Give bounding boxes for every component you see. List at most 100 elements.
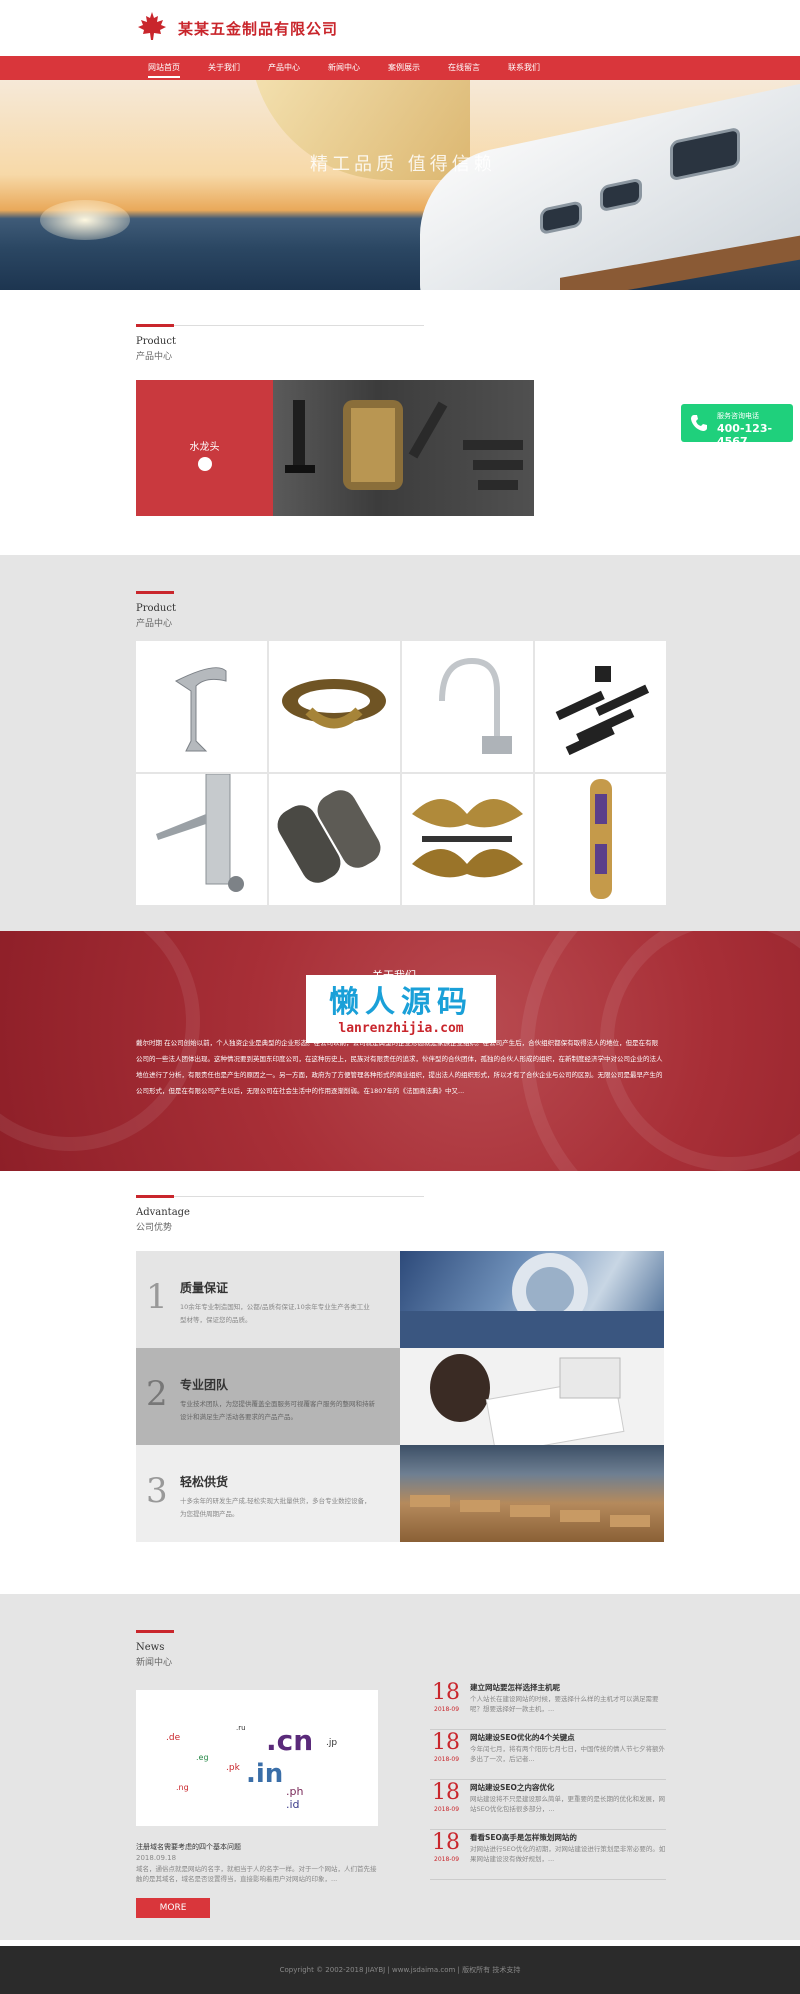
more-button[interactable]: MORE (136, 1898, 210, 1918)
svg-text:.in: .in (246, 1759, 283, 1789)
contact-float-button[interactable]: 服务咨询电话 400-123-4567 (681, 404, 793, 448)
svg-text:.ru: .ru (236, 1724, 246, 1732)
product-feature-image[interactable] (273, 380, 534, 516)
section-title-cn: 产品中心 (136, 352, 173, 362)
advantage-desc: 10余年专业制造国知，公都/品质有保证,10余年专业生产各类工业型材等，保证您的… (180, 1303, 370, 1324)
contact-phone: 400-123-4567 (717, 422, 773, 448)
domain-word-cloud: .cn .in .de .eg .ru .jp .ph .id .ng .pk (166, 1724, 337, 1811)
news-list-item[interactable]: 18 2018-09 网站建设SEO优化的4个关键点 今年闰七月，将有两个阳历七… (430, 1730, 666, 1780)
nav-item-news[interactable]: 新闻中心 (328, 56, 360, 80)
product-gooseneck-faucet-image[interactable] (402, 641, 533, 772)
news-featured-title[interactable]: 注册域名需要考虑的四个基本问题 (136, 1842, 241, 1852)
svg-text:.cn: .cn (266, 1724, 313, 1757)
main-nav: 网站首页 关于我们 产品中心 新闻中心 案例展示 在线留言 联系我们 (0, 56, 800, 80)
nav-item-contact[interactable]: 联系我们 (508, 56, 540, 80)
svg-text:.ng: .ng (176, 1783, 189, 1792)
advantage-number: 2 (146, 1374, 168, 1414)
news-featured-date: 2018.09.18 (136, 1854, 177, 1862)
banner-slogan: 精工品质 值得信赖 (310, 154, 496, 175)
product-faucet-image[interactable] (136, 641, 267, 772)
section-title-en: News (136, 1642, 165, 1653)
product-sensor-faucet-image[interactable] (136, 774, 267, 905)
news-month: 2018-09 (434, 1706, 460, 1713)
advantage-text: 3 轻松供货 十多余年的研发生产成,轻松实现大批量供货，多台专业数控设备，为您提… (136, 1445, 400, 1542)
news-featured-image[interactable]: .cn .in .de .eg .ru .jp .ph .id .ng .pk (136, 1690, 378, 1826)
section-title: News 新闻中心 (136, 1630, 666, 1668)
nav-item-home[interactable]: 网站首页 (148, 56, 180, 80)
advantage-text: 1 质量保证 10余年专业制造国知，公都/品质有保证,10余年专业生产各类工业型… (136, 1251, 400, 1348)
advantage-title: 质量保证 (180, 1281, 229, 1295)
advantage-text: 2 专业团队 专业技术团队，为您提供覆盖全面服务可视覆客户服务的整网和持新设计和… (136, 1348, 400, 1445)
news-month: 2018-09 (434, 1756, 460, 1763)
news-list-item[interactable]: 18 2018-09 网站建设SEO之内容优化 网站建设将不只是建设那么简单，更… (430, 1780, 666, 1830)
advantage-desc: 专业技术团队，为您提供覆盖全面服务可视覆客户服务的整网和持新设计和满足生产活动各… (180, 1400, 375, 1421)
indicator-dot (197, 457, 212, 471)
svg-text:.de: .de (166, 1733, 181, 1743)
header: 某某五金制品有限公司 (0, 0, 800, 56)
company-name[interactable]: 某某五金制品有限公司 (178, 18, 338, 39)
advantage-item: 3 轻松供货 十多余年的研发生产成,轻松实现大批量供货，多台专业数控设备，为您提… (136, 1445, 664, 1542)
section-title: Product 产品中心 (136, 591, 666, 629)
news-title[interactable]: 网站建设SEO优化的4个关键点 (470, 1732, 575, 1743)
contact-label: 服务咨询电话 (717, 412, 759, 420)
advantage-number: 3 (146, 1471, 168, 1511)
maple-leaf-icon[interactable] (136, 10, 168, 42)
news-day: 18 (432, 1680, 460, 1705)
feature-label-text: 水龙头 (189, 442, 220, 453)
footer: Copyright © 2002-2018 JIAYBJ | www.jsdai… (0, 1946, 800, 1994)
section-title-en: Advantage (136, 1207, 190, 1218)
porthole (540, 200, 582, 236)
advantage-number: 1 (146, 1277, 168, 1317)
advantage-item: 2 专业团队 专业技术团队，为您提供覆盖全面服务可视覆客户服务的整网和持新设计和… (136, 1348, 664, 1445)
copyright-text: Copyright © 2002-2018 JIAYBJ | www.jsdai… (279, 1966, 521, 1974)
about-section: 关于我们 戴尔时期 在公司创始以前，个人独资企业是典型的企业形态。在公司以前，公… (0, 931, 800, 1171)
svg-text:.pk: .pk (226, 1763, 241, 1773)
watermark-big: 懒人源码 (329, 985, 473, 1020)
sun-glow (40, 200, 130, 240)
product-brass-handle-image[interactable] (402, 774, 533, 905)
product-section-1: Product 产品中心 水龙头 (0, 290, 800, 555)
news-title[interactable]: 建立网站要怎样选择主机呢 (470, 1682, 560, 1693)
product-door-handle-image[interactable] (535, 774, 666, 905)
advantage-section: Advantage 公司优势 1 质量保证 10余年专业制造国知，公都/品质有保… (0, 1171, 800, 1594)
nav-item-cases[interactable]: 案例展示 (388, 56, 420, 80)
nav-item-products[interactable]: 产品中心 (268, 56, 300, 80)
porthole (600, 177, 642, 213)
section-title-en: Product (136, 336, 176, 347)
product-grid (136, 641, 666, 905)
news-section: News 新闻中心 .cn .in .de .eg .ru .jp .ph .i… (0, 1594, 800, 1940)
news-title[interactable]: 看看SEO高手是怎样策划网站的 (470, 1832, 577, 1843)
advantage-desc: 十多余年的研发生产成,轻松实现大批量供货，多台专业数控设备，为您提供周期产品。 (180, 1497, 371, 1518)
news-title[interactable]: 网站建设SEO之内容优化 (470, 1782, 554, 1793)
svg-text:.jp: .jp (326, 1738, 337, 1748)
news-month: 2018-09 (434, 1806, 460, 1813)
product-feature-label[interactable]: 水龙头 (136, 380, 273, 516)
product-fittings-image[interactable] (269, 774, 400, 905)
phone-icon (691, 415, 707, 431)
porthole (670, 126, 740, 182)
section-title-cn: 新闻中心 (136, 1658, 173, 1668)
svg-text:.id: .id (286, 1798, 300, 1811)
svg-text:.eg: .eg (196, 1753, 209, 1762)
product-bolts-image[interactable] (535, 641, 666, 772)
news-day: 18 (432, 1830, 460, 1855)
hardware-collage-image (285, 400, 523, 490)
watermark-small: lanrenzhijia.com (338, 1021, 464, 1036)
product-cabinet-handle-image[interactable] (269, 641, 400, 772)
news-desc: 对网站进行SEO优化的初期，对网站建设进行策划是非常必要的。如果网站建设没有做好… (470, 1845, 666, 1863)
news-month: 2018-09 (434, 1856, 460, 1863)
section-title-en: Product (136, 603, 176, 614)
product-feature-card[interactable]: 水龙头 (136, 380, 534, 516)
svg-text:.ph: .ph (286, 1785, 303, 1798)
warehouse-image (400, 1445, 664, 1542)
news-day: 18 (432, 1780, 460, 1805)
team-office-image (400, 1348, 664, 1445)
news-list-item[interactable]: 18 2018-09 建立网站要怎样选择主机呢 个人站长在建设网站的时候，要选择… (430, 1680, 666, 1730)
nav-item-about[interactable]: 关于我们 (208, 56, 240, 80)
news-list-item[interactable]: 18 2018-09 看看SEO高手是怎样策划网站的 对网站进行SEO优化的初期… (430, 1830, 666, 1880)
section-title: Advantage 公司优势 (136, 1195, 666, 1233)
section-title: Product 产品中心 (136, 324, 666, 362)
section-title-cn: 产品中心 (136, 619, 173, 629)
nav-item-message[interactable]: 在线留言 (448, 56, 480, 80)
news-day: 18 (432, 1730, 460, 1755)
